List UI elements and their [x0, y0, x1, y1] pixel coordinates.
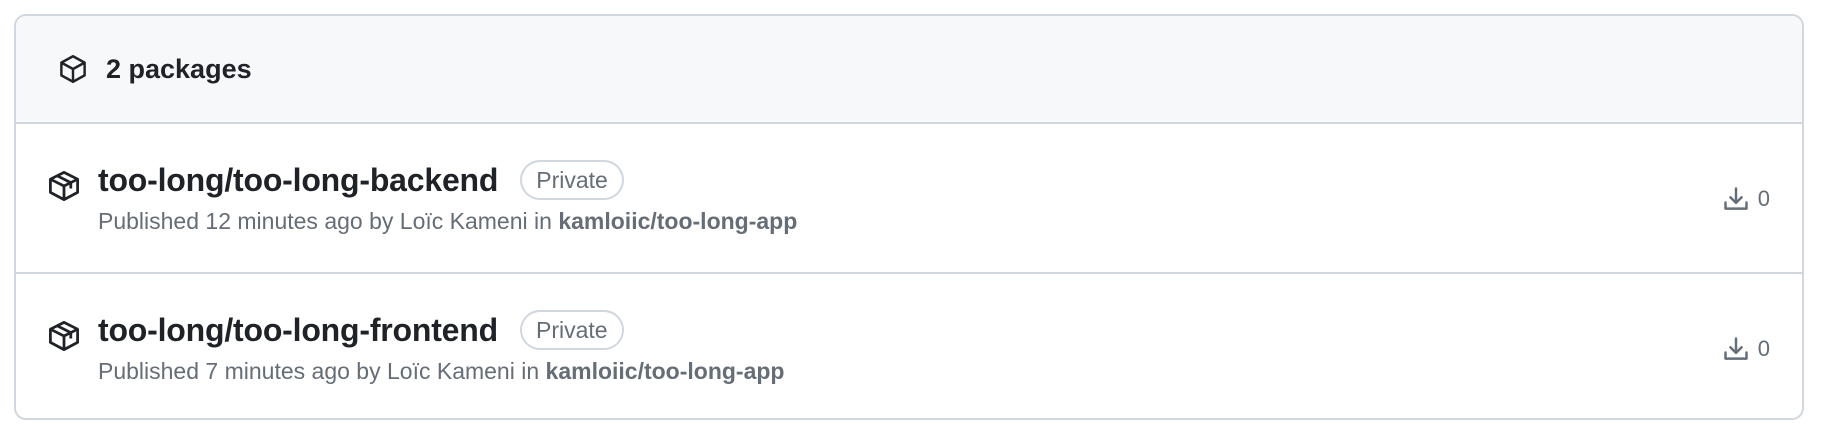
download-icon — [1724, 337, 1748, 360]
visibility-badge: Private — [519, 310, 624, 350]
package-meta: Published 12 minutes ago by Loïc Kameni … — [98, 208, 797, 235]
published-prefix: Published — [98, 358, 200, 384]
visibility-badge: Private — [520, 160, 624, 200]
package-link[interactable]: too-long/too-long-backend — [98, 162, 498, 199]
package-row: too-long/too-long-frontend Private Publi… — [16, 272, 1802, 418]
download-icon — [1724, 187, 1748, 210]
author-name: Loïc Kameni — [386, 358, 515, 384]
in-label: in — [534, 208, 552, 234]
repo-link[interactable]: kamloiic/too-long-app — [546, 358, 785, 384]
package-icon — [56, 52, 90, 86]
package-icon — [47, 319, 83, 355]
published-time: 12 minutes ago — [205, 208, 363, 234]
download-count: 0 — [1722, 185, 1770, 213]
packages-count: 2 packages — [106, 53, 252, 84]
package-icon — [47, 169, 83, 205]
author-name: Loïc Kameni — [399, 208, 528, 234]
package-link[interactable]: too-long/too-long-frontend — [98, 312, 498, 349]
published-time: 7 minutes ago — [205, 358, 350, 384]
package-meta: Published 7 minutes ago by Loïc Kameni i… — [98, 358, 784, 385]
repo-link[interactable]: kamloiic/too-long-app — [558, 208, 797, 234]
by-label: by — [369, 208, 394, 234]
published-prefix: Published — [98, 208, 200, 234]
download-count: 0 — [1722, 335, 1770, 363]
package-row: too-long/too-long-backend Private Publis… — [16, 124, 1802, 272]
packages-box: 2 packages too-long/too-long-backend Pri… — [14, 14, 1804, 420]
download-count-value: 0 — [1757, 186, 1770, 211]
in-label: in — [521, 358, 540, 384]
download-count-value: 0 — [1757, 336, 1770, 361]
packages-header: 2 packages — [16, 16, 1802, 124]
by-label: by — [356, 358, 381, 384]
